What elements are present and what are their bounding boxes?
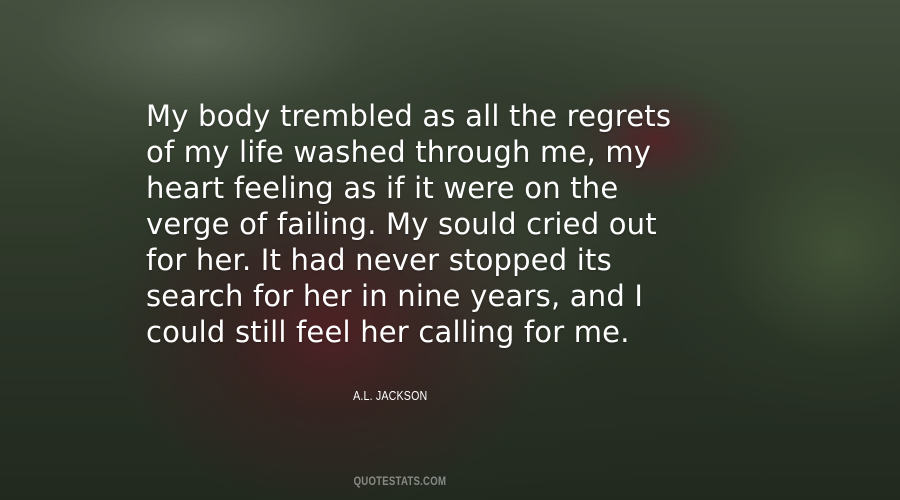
- site-watermark: QUOTESTATS.COM: [0, 474, 800, 488]
- quote-author: A.L. JACKSON: [0, 388, 780, 403]
- quote-line: verge of failing. My sould cried out: [146, 207, 657, 241]
- quote-line: of my life washed through me, my: [146, 135, 652, 169]
- quote-line: My body trembled as all the regrets: [146, 99, 672, 133]
- watermark-text: QUOTESTATS.COM: [353, 474, 447, 488]
- quote-line: heart feeling as if it were on the: [146, 171, 619, 205]
- author-name: A.L. JACKSON: [352, 388, 428, 403]
- quote-line: could still feel her calling for me.: [146, 315, 630, 349]
- quote-line: search for her in nine years, and I: [146, 279, 644, 313]
- quote-line: for her. It had never stopped its: [146, 243, 612, 277]
- quote-text: My body trembled as all the regrets of m…: [146, 98, 786, 350]
